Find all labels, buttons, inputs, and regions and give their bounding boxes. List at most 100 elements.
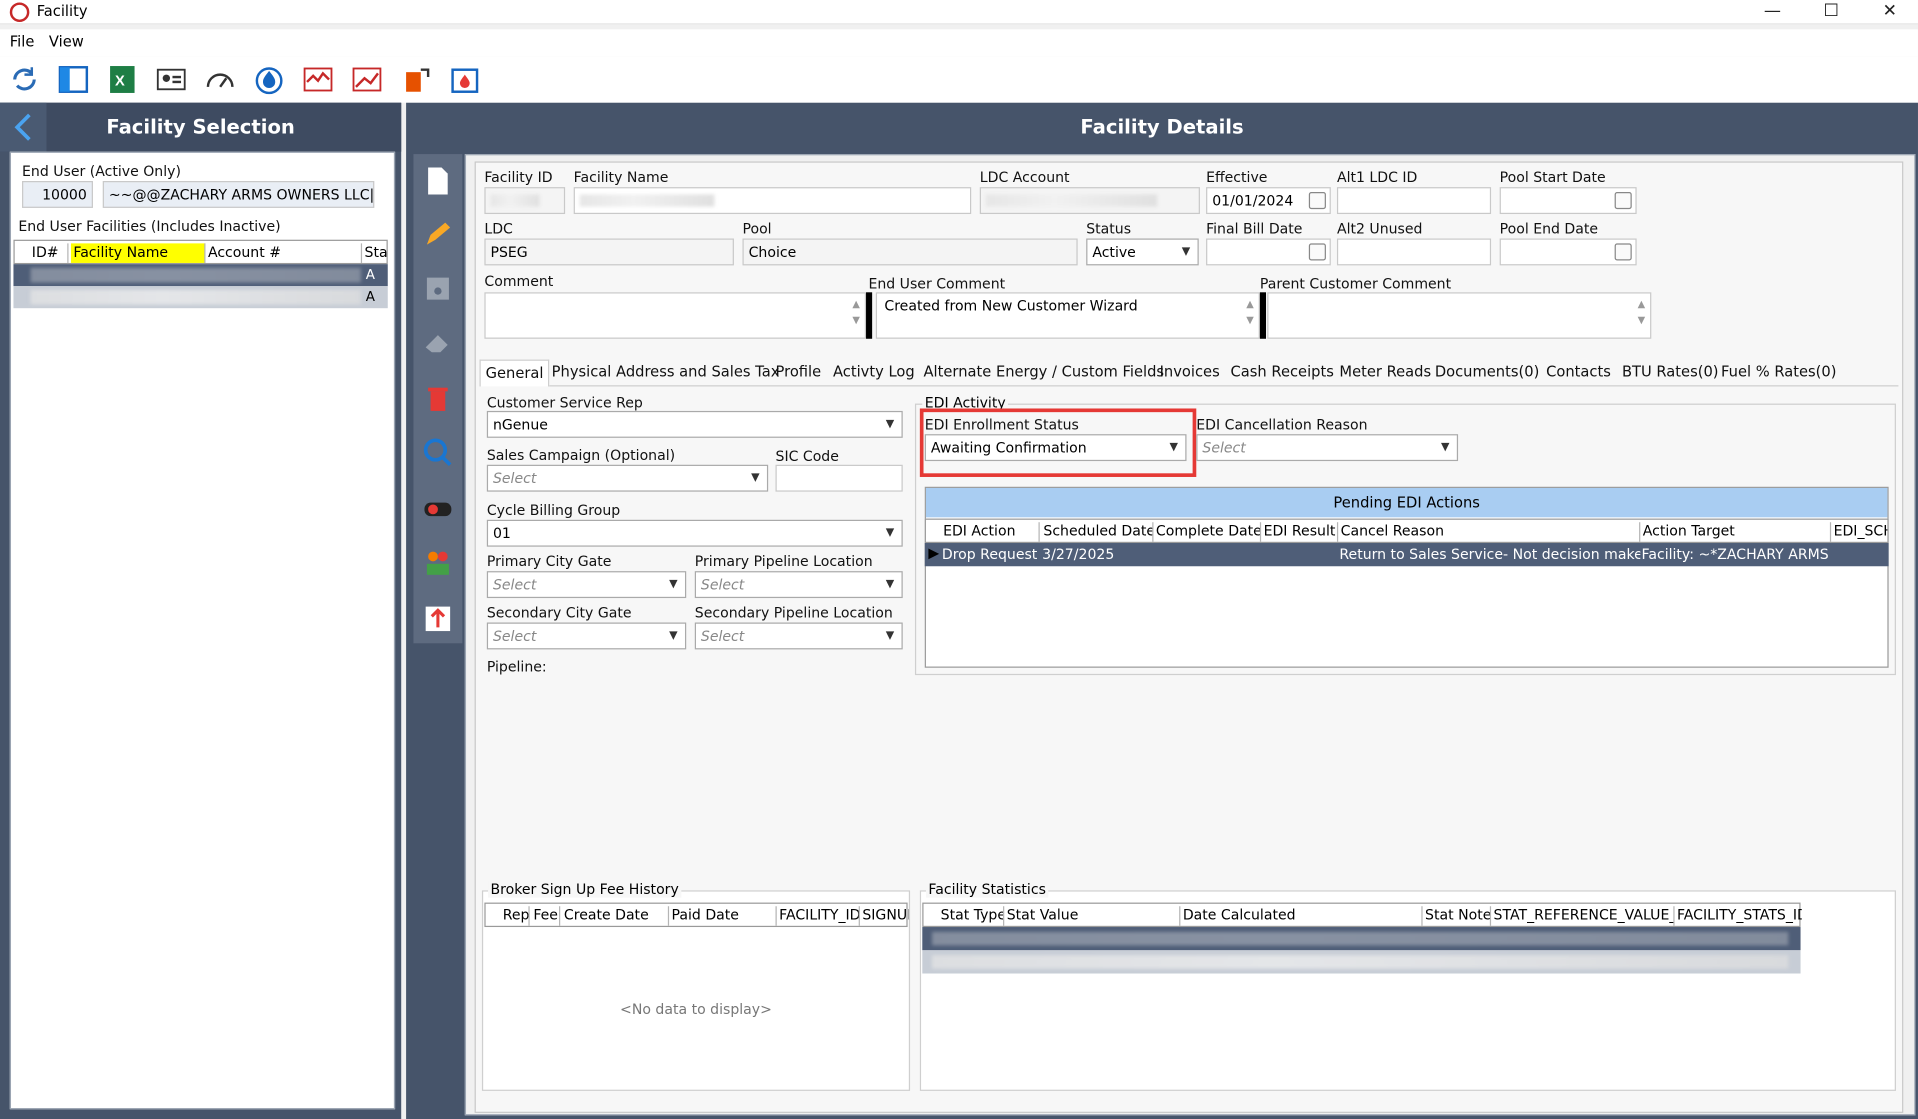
close-button[interactable]: ✕: [1862, 0, 1918, 24]
comment-field[interactable]: ▲ ▼: [484, 292, 867, 339]
zoom-icon[interactable]: [421, 435, 455, 469]
calendar-flame-icon[interactable]: [448, 62, 482, 96]
layout-icon[interactable]: [56, 62, 90, 96]
col-edi-sch[interactable]: EDI_SCH: [1831, 522, 1888, 542]
pool-label: Pool: [742, 220, 772, 238]
col-stat-reference[interactable]: STAT_REFERENCE_VALUE_ID: [1491, 906, 1675, 926]
table-row[interactable]: [922, 927, 1801, 951]
building-arrow-icon[interactable]: [399, 62, 433, 96]
end-user-id[interactable]: 10000: [22, 181, 93, 208]
table-row[interactable]: A: [13, 264, 388, 287]
delete-icon[interactable]: [421, 382, 455, 416]
toggle-icon[interactable]: [421, 492, 455, 526]
facility-id-field[interactable]: [484, 187, 566, 215]
col-fee[interactable]: Fee: [531, 906, 561, 926]
new-document-icon[interactable]: [421, 164, 455, 198]
menu-view[interactable]: View: [49, 33, 84, 50]
table-row[interactable]: [922, 950, 1801, 974]
edi-cancel-select[interactable]: Select ▼: [1196, 434, 1459, 462]
col-edi-result[interactable]: EDI Result: [1261, 522, 1339, 542]
calendar-icon[interactable]: [1614, 243, 1632, 261]
calendar-icon[interactable]: [1308, 243, 1326, 261]
contact-card-icon[interactable]: [154, 62, 188, 96]
col-action-target[interactable]: Action Target: [1640, 522, 1832, 542]
col-paid-date[interactable]: Paid Date: [669, 906, 777, 926]
calendar-icon[interactable]: [1614, 192, 1632, 210]
sic-code-field[interactable]: [775, 464, 903, 492]
status-select[interactable]: Active ▼: [1086, 238, 1199, 266]
end-user-name[interactable]: ~~@@ZACHARY ARMS OWNERS LLC|PSE: [102, 181, 375, 208]
tab-general[interactable]: General: [479, 359, 550, 387]
calendar-icon[interactable]: [1308, 192, 1326, 210]
facility-name-field[interactable]: [573, 187, 972, 215]
scroll-arrows-icon[interactable]: ▲ ▼: [1246, 296, 1254, 328]
edit-pencil-icon[interactable]: [421, 218, 455, 252]
col-scheduled-date[interactable]: Scheduled Date: [1041, 522, 1154, 542]
transfer-icon[interactable]: [421, 602, 455, 636]
save-icon[interactable]: [421, 272, 455, 306]
col-signup[interactable]: SIGNUF: [860, 906, 908, 926]
col-id[interactable]: ID#: [29, 243, 69, 263]
col-facility-name[interactable]: Facility Name: [70, 243, 206, 263]
minimize-button[interactable]: —: [1744, 0, 1800, 24]
col-account[interactable]: Account #: [205, 243, 363, 263]
csr-select[interactable]: nGenue ▼: [486, 410, 903, 438]
tab-alternate-energy[interactable]: Alternate Energy / Custom Fields: [924, 360, 1165, 387]
tab-activity-log[interactable]: Activty Log: [833, 360, 915, 387]
col-complete-date[interactable]: Complete Date: [1153, 522, 1262, 542]
tab-invoices[interactable]: Invoices: [1160, 360, 1220, 387]
tab-profile[interactable]: Profile: [776, 360, 822, 387]
col-status[interactable]: Sta: [362, 243, 387, 263]
col-stat-note[interactable]: Stat Note: [1423, 906, 1492, 926]
col-stat-value[interactable]: Stat Value: [1004, 906, 1181, 926]
edi-enrollment-select[interactable]: Awaiting Confirmation ▼: [924, 434, 1187, 462]
menu-file[interactable]: File: [10, 33, 35, 50]
effective-date-field[interactable]: 01/01/2024: [1206, 187, 1331, 215]
col-date-calculated[interactable]: Date Calculated: [1180, 906, 1423, 926]
chart-area-icon[interactable]: [350, 62, 384, 96]
table-row[interactable]: ▶ Drop Request 3/27/2025 Return to Sales…: [924, 543, 1889, 567]
ldc-account-field[interactable]: [979, 187, 1200, 215]
tab-contacts[interactable]: Contacts: [1546, 360, 1611, 387]
sales-campaign-select[interactable]: Select ▼: [486, 464, 769, 492]
tab-btu-rates[interactable]: BTU Rates(0): [1622, 360, 1719, 387]
chart-line-icon[interactable]: [301, 62, 335, 96]
tab-meter-reads[interactable]: Meter Reads: [1339, 360, 1431, 387]
secondary-pipeline-select[interactable]: Select ▼: [694, 622, 903, 650]
eraser-icon[interactable]: [421, 325, 455, 359]
users-icon[interactable]: [421, 545, 455, 579]
tab-documents[interactable]: Documents(0): [1435, 360, 1539, 387]
end-user-comment-field[interactable]: Created from New Customer Wizard ▲ ▼: [875, 292, 1260, 339]
col-create-date[interactable]: Create Date: [561, 906, 670, 926]
col-edi-action[interactable]: EDI Action: [941, 522, 1040, 542]
secondary-city-gate-select[interactable]: Select ▼: [486, 622, 687, 650]
parent-comment-field[interactable]: ▲ ▼: [1267, 292, 1652, 339]
table-row[interactable]: A: [13, 286, 388, 309]
tab-cash-receipts[interactable]: Cash Receipts: [1231, 360, 1334, 387]
tab-physical-address[interactable]: Physical Address and Sales Tax: [552, 360, 780, 387]
primary-pipeline-select[interactable]: Select ▼: [694, 571, 903, 599]
col-facility-stats-id[interactable]: FACILITY_STATS_ID: [1675, 906, 1802, 926]
col-rep[interactable]: Rep: [500, 906, 530, 926]
col-facility-id[interactable]: FACILITY_ID: [777, 906, 860, 926]
maximize-button[interactable]: ☐: [1803, 0, 1859, 24]
excel-icon[interactable]: X: [105, 62, 139, 96]
col-cancel-reason[interactable]: Cancel Reason: [1338, 522, 1641, 542]
pool-field[interactable]: Choice: [742, 238, 1078, 266]
tab-fuel-rates[interactable]: Fuel % Rates(0): [1721, 360, 1836, 387]
col-stat-type[interactable]: Stat Type: [938, 906, 1005, 926]
cycle-billing-select[interactable]: 01 ▼: [486, 519, 903, 547]
final-bill-field[interactable]: [1206, 238, 1331, 266]
collapse-button[interactable]: [0, 102, 47, 152]
pool-end-field[interactable]: [1499, 238, 1637, 266]
scroll-arrows-icon[interactable]: ▲ ▼: [1638, 296, 1646, 328]
ldc-field[interactable]: PSEG: [484, 238, 734, 266]
pool-start-field[interactable]: [1499, 187, 1637, 215]
primary-city-gate-select[interactable]: Select ▼: [486, 571, 687, 599]
alt1-field[interactable]: [1336, 187, 1492, 215]
gauge-icon[interactable]: [203, 62, 237, 96]
alt2-field[interactable]: [1336, 238, 1492, 266]
scroll-arrows-icon[interactable]: ▲ ▼: [852, 296, 860, 328]
gas-flame-icon[interactable]: [252, 62, 286, 96]
refresh-icon[interactable]: [7, 62, 41, 96]
